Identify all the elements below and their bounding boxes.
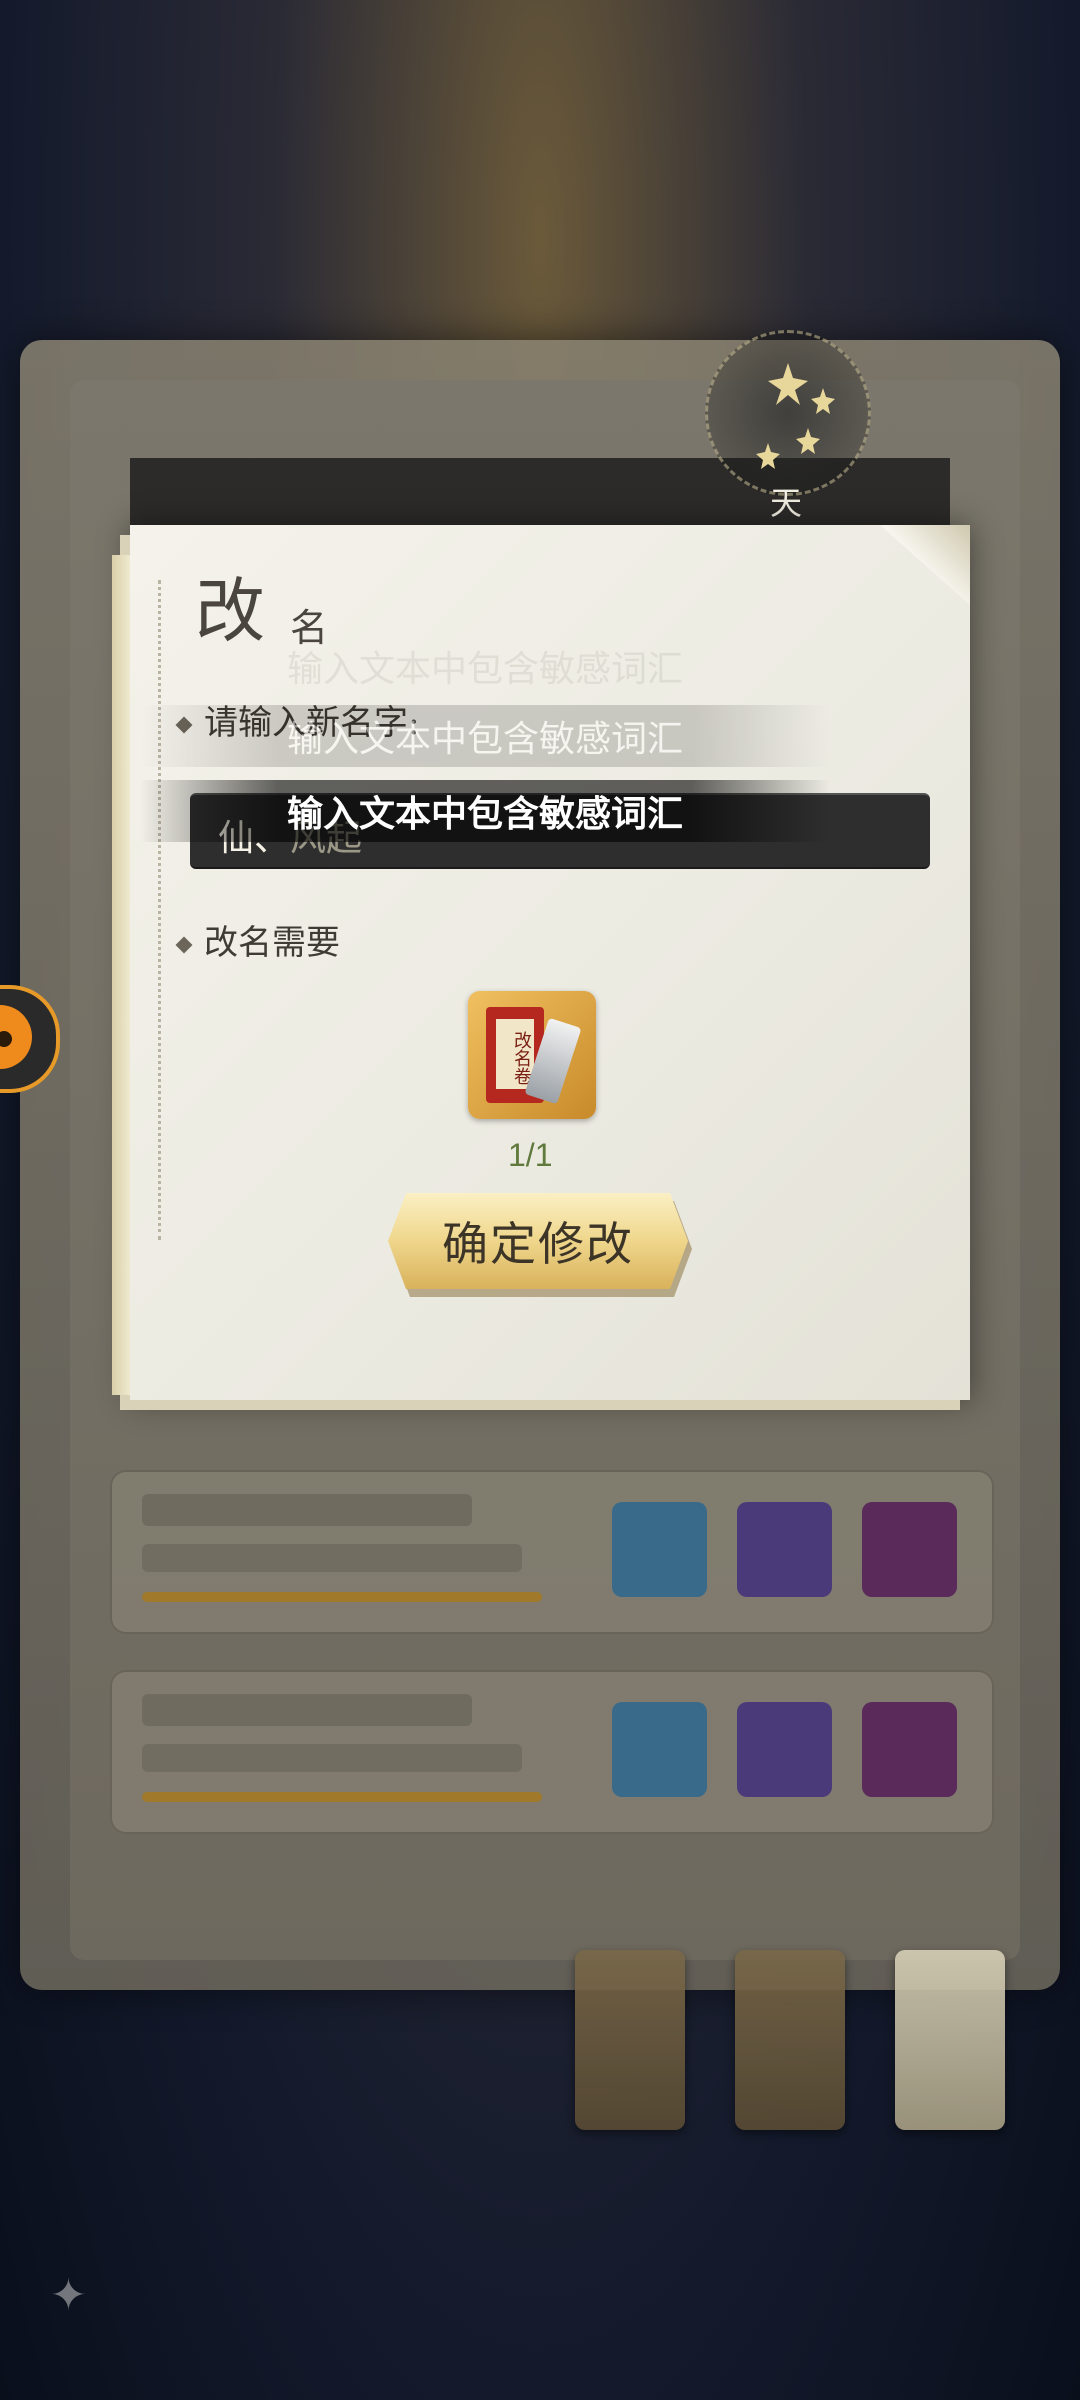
heaven-emblem: 天 [700,330,871,522]
background-tab [895,1950,1005,2130]
mascot-icon [0,1005,32,1069]
confirm-rename-button[interactable]: 确定修改 [388,1193,688,1289]
error-toast: 输入文本中包含敏感词汇 [140,705,830,767]
bottom-logo-icon: ✦ [50,2270,87,2321]
background-list-row [110,1470,994,1634]
error-toast: 输入文本中包含敏感词汇 [140,780,830,842]
rename-scroll-item[interactable]: 改名卷 [468,991,596,1119]
diamond-bullet-icon [175,936,193,954]
emblem-label: 天 [770,484,803,522]
page-corner-fold [880,525,970,605]
item-count: 1/1 [508,1137,553,1173]
requirement-label: 改名需要 [175,915,340,964]
background-tab [575,1950,685,2130]
stars-icon [705,330,871,496]
error-toast: 输入文本中包含敏感词汇 [286,649,683,690]
background-list-row [110,1670,994,1834]
background-tab [735,1950,845,2130]
